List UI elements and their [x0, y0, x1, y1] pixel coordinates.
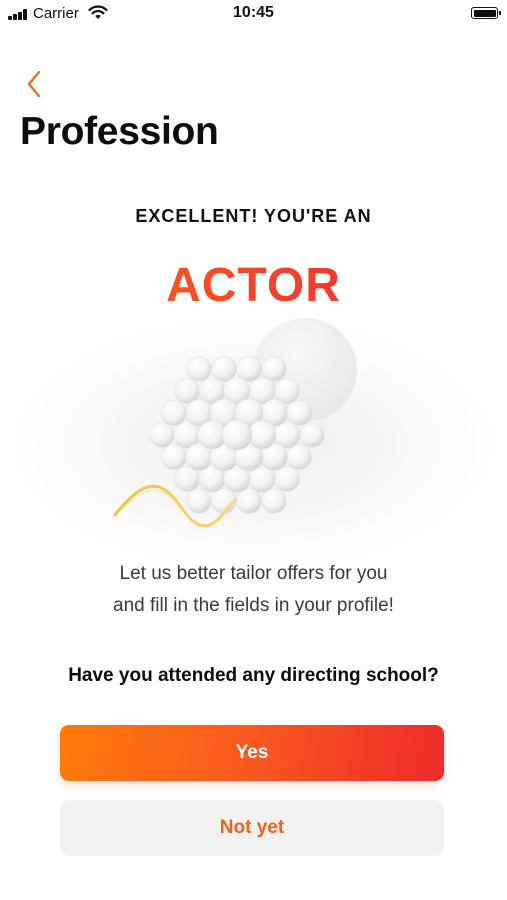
directing-school-question: Have you attended any directing school? [68, 665, 439, 686]
status-bar: Carrier 10:45 [0, 0, 507, 28]
chevron-left-icon [27, 70, 41, 98]
not-yet-button[interactable]: Not yet [60, 800, 444, 856]
hero-illustration [113, 318, 357, 528]
battery-icon [471, 7, 501, 19]
profile-message: Let us better tailor offers for you and … [0, 558, 507, 622]
message-line-1: Let us better tailor offers for you [119, 563, 388, 584]
back-button[interactable] [20, 64, 50, 104]
page-title: Profession [20, 110, 219, 153]
status-time: 10:45 [233, 4, 274, 21]
result-subtitle: EXCELLENT! YOU'RE AN [135, 206, 372, 226]
message-line-2: and fill in the fields in your profile! [113, 595, 394, 616]
yes-button[interactable]: Yes [60, 725, 444, 781]
